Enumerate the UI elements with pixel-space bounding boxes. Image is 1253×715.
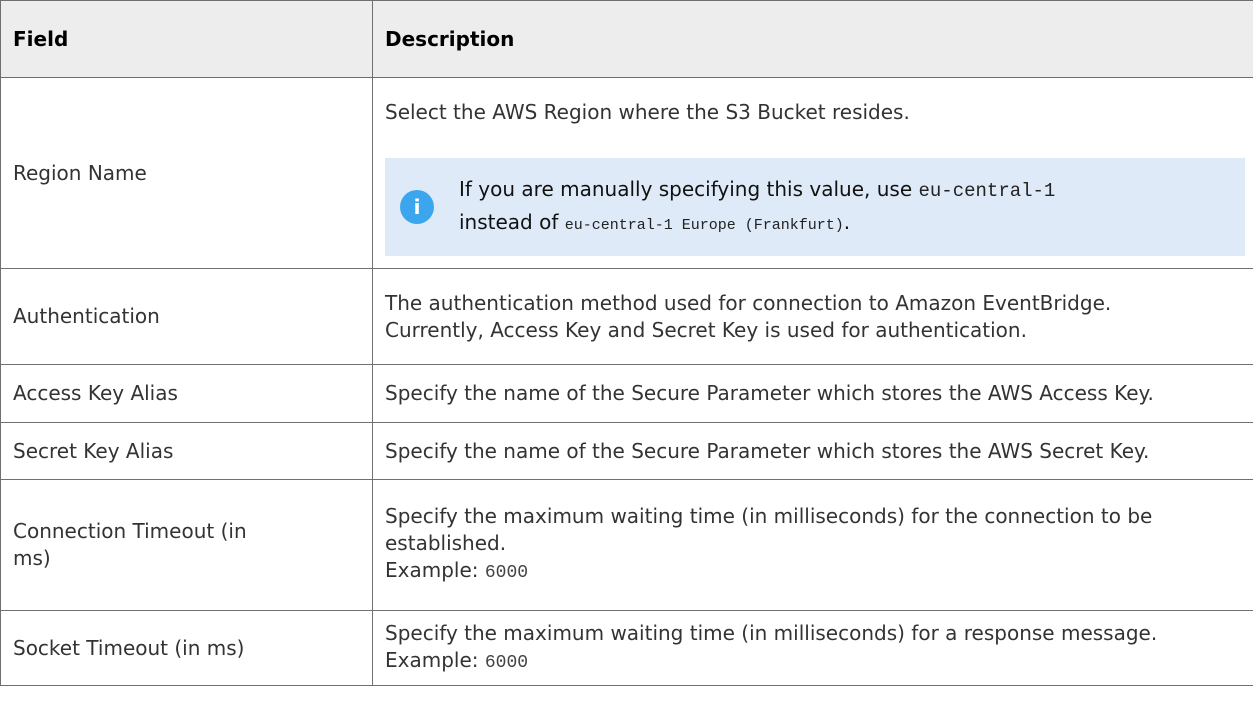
table-row: Authentication The authentication method… xyxy=(0,268,1253,365)
note-code-region: eu-central-1 xyxy=(918,179,1056,202)
field-description-table: Field Description Region Name Select the… xyxy=(0,0,1253,686)
header-field: Field xyxy=(0,0,373,78)
description-line: The authentication method used for conne… xyxy=(385,290,1112,315)
example-line: Example: 6000 xyxy=(385,647,1253,677)
field-name: Socket Timeout (in ms) xyxy=(0,610,373,686)
note-text-before: If you are manually specifying this valu… xyxy=(459,176,913,201)
field-description: The authentication method used for conne… xyxy=(372,268,1253,365)
field-name: Authentication xyxy=(0,268,373,365)
note-code-region-full: eu-central-1 Europe (Frankfurt) xyxy=(564,216,844,234)
field-description: Specify the maximum waiting time (in mil… xyxy=(372,479,1253,611)
field-name: Region Name xyxy=(0,77,373,269)
example-value: 6000 xyxy=(484,563,529,583)
field-description: Specify the maximum waiting time (in mil… xyxy=(372,610,1253,686)
example-label: Example: xyxy=(385,558,479,582)
example-line: Example: 6000 xyxy=(385,557,1253,587)
table-header-row: Field Description xyxy=(0,0,1253,78)
field-description: Select the AWS Region where the S3 Bucke… xyxy=(372,77,1253,269)
field-name: Secret Key Alias xyxy=(0,422,373,480)
info-icon: i xyxy=(400,190,434,224)
table-row: Region Name Select the AWS Region where … xyxy=(0,77,1253,269)
description-line: established. xyxy=(385,531,507,555)
note-text-middle: instead of xyxy=(459,209,559,234)
field-description: Specify the name of the Secure Parameter… xyxy=(372,422,1253,480)
description-text: Select the AWS Region where the S3 Bucke… xyxy=(385,100,910,124)
description-line: Currently, Access Key and Secret Key is … xyxy=(385,317,1027,342)
info-note: i If you are manually specifying this va… xyxy=(385,158,1245,256)
field-description: Specify the name of the Secure Parameter… xyxy=(372,364,1253,423)
table-row: Secret Key Alias Specify the name of the… xyxy=(0,422,1253,480)
field-name-line: ms) xyxy=(13,546,51,570)
field-name-line: Connection Timeout (in xyxy=(13,519,247,543)
field-name: Access Key Alias xyxy=(0,364,373,423)
description-line: Specify the maximum waiting time (in mil… xyxy=(385,620,1158,645)
table-row: Connection Timeout (in ms) Specify the m… xyxy=(0,479,1253,611)
example-label: Example: xyxy=(385,647,479,672)
description-line: Specify the maximum waiting time (in mil… xyxy=(385,504,1153,528)
note-text-after: . xyxy=(843,209,851,234)
field-name: Connection Timeout (in ms) xyxy=(0,479,373,611)
table-row: Access Key Alias Specify the name of the… xyxy=(0,364,1253,423)
example-value: 6000 xyxy=(484,652,529,673)
table-row: Socket Timeout (in ms) Specify the maxim… xyxy=(0,610,1253,686)
header-description: Description xyxy=(372,0,1253,78)
note-text: If you are manually specifying this valu… xyxy=(459,174,1055,241)
